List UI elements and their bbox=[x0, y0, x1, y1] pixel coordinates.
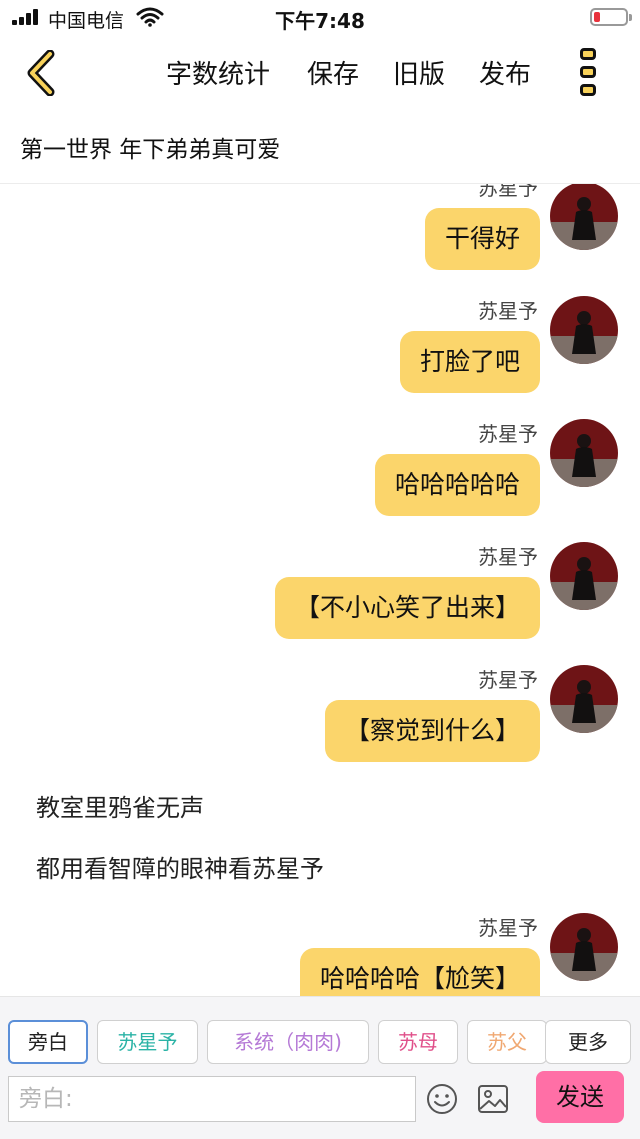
send-button[interactable]: 发送 bbox=[536, 1071, 624, 1123]
message-bubble[interactable]: 干得好 bbox=[424, 208, 540, 270]
role-tab-narrator[interactable]: 旁白 bbox=[8, 1020, 88, 1064]
save-button[interactable]: 保存 bbox=[307, 54, 359, 91]
avatar[interactable] bbox=[550, 184, 618, 250]
speaker-name: 苏星予 bbox=[478, 422, 538, 446]
chevron-left-icon[interactable] bbox=[20, 50, 64, 96]
speaker-name: 苏星予 bbox=[478, 184, 538, 200]
message-bubble[interactable]: 哈哈哈哈【尬笑】 bbox=[299, 948, 540, 996]
message-bubble[interactable]: 哈哈哈哈哈 bbox=[374, 454, 540, 516]
role-tab-system[interactable]: 系统（肉肉) bbox=[207, 1020, 369, 1064]
avatar[interactable] bbox=[550, 665, 618, 733]
emoji-icon[interactable] bbox=[426, 1083, 458, 1115]
old-version-button[interactable]: 旧版 bbox=[393, 54, 445, 91]
narration-text[interactable]: 都用看智障的眼神看苏星予 bbox=[36, 849, 324, 884]
avatar[interactable] bbox=[550, 913, 618, 981]
chapter-title: 第一世界 年下弟弟真可爱 bbox=[20, 137, 281, 163]
more-vertical-icon[interactable] bbox=[578, 46, 600, 98]
more-roles-button[interactable]: 更多 bbox=[545, 1020, 631, 1064]
message-bubble[interactable]: 【不小心笑了出来】 bbox=[274, 577, 540, 639]
speaker-name: 苏星予 bbox=[478, 916, 538, 940]
image-icon[interactable] bbox=[477, 1084, 509, 1114]
speaker-name: 苏星予 bbox=[478, 299, 538, 323]
chat-list[interactable]: 苏星予 干得好 苏星予 打脸了吧 苏星予 哈哈哈哈哈 苏星予 【不小心笑了出来】… bbox=[0, 184, 640, 996]
role-tab-su-xingyu[interactable]: 苏星予 bbox=[97, 1020, 198, 1064]
message-bubble[interactable]: 【察觉到什么】 bbox=[324, 700, 540, 762]
avatar[interactable] bbox=[550, 542, 618, 610]
nav-bar: 字数统计 保存 旧版 发布 bbox=[0, 36, 640, 108]
word-count-button[interactable]: 字数统计 bbox=[166, 54, 270, 91]
narration-text[interactable]: 教室里鸦雀无声 bbox=[36, 788, 204, 823]
avatar[interactable] bbox=[550, 296, 618, 364]
speaker-name: 苏星予 bbox=[478, 545, 538, 569]
status-bar: 中国电信 下午7:48 bbox=[0, 0, 640, 36]
role-tab-father[interactable]: 苏父 bbox=[467, 1020, 547, 1064]
publish-button[interactable]: 发布 bbox=[479, 54, 531, 91]
speaker-name: 苏星予 bbox=[478, 668, 538, 692]
input-panel: 旁白 苏星予 系统（肉肉) 苏母 苏父 更多 发送 bbox=[0, 996, 640, 1139]
message-bubble[interactable]: 打脸了吧 bbox=[399, 331, 540, 393]
battery-icon bbox=[590, 8, 632, 26]
clock: 下午7:48 bbox=[275, 9, 365, 33]
message-input[interactable] bbox=[8, 1076, 416, 1122]
avatar[interactable] bbox=[550, 419, 618, 487]
role-tab-mother[interactable]: 苏母 bbox=[378, 1020, 458, 1064]
